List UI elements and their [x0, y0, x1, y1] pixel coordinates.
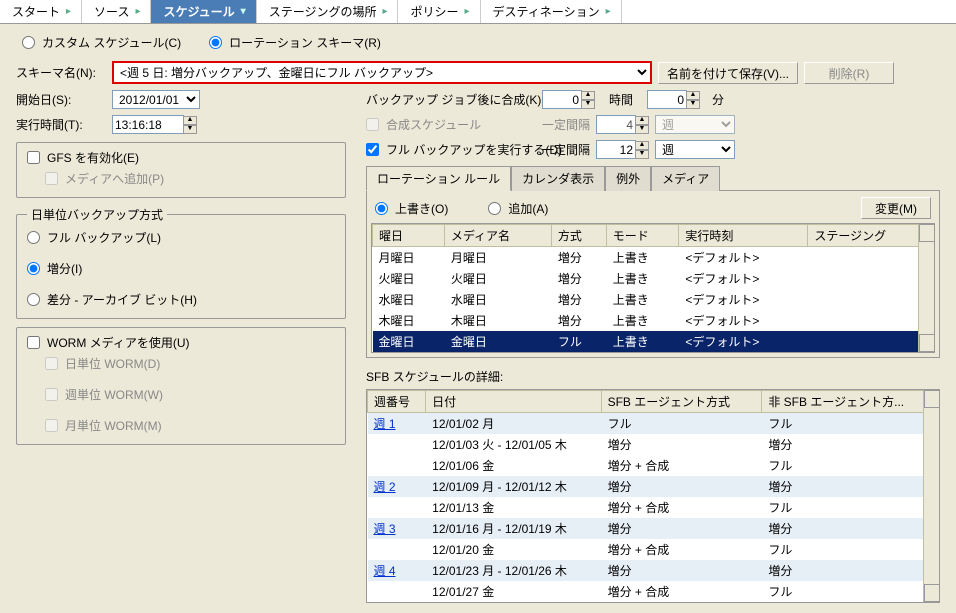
schema-name-label: スキーマ名(N):: [16, 64, 106, 81]
tab-4[interactable]: ポリシー▸: [398, 0, 480, 23]
fixed-interval-label-2: 一定間隔: [542, 141, 590, 158]
worm-daily-checkbox: 日単位 WORM(D): [45, 355, 335, 372]
week-link[interactable]: 週 4: [374, 564, 396, 578]
synth-schedule-checkbox: 合成スケジュール: [366, 116, 536, 133]
col-header[interactable]: ステージング: [808, 225, 934, 247]
synth-sched-unit: 週: [655, 115, 735, 134]
radio-daily-incr[interactable]: 増分(I): [27, 260, 335, 277]
change-button[interactable]: 変更(M): [861, 197, 931, 219]
worm-use-checkbox[interactable]: WORM メディアを使用(U): [27, 334, 335, 351]
radio-append[interactable]: 追加(A): [488, 200, 548, 217]
table-row[interactable]: 12/01/27 金増分 + 合成フル: [368, 581, 939, 602]
rotation-rules-table[interactable]: 曜日メディア名方式モード実行時刻ステージング 月曜日月曜日増分上書き<デフォルト…: [372, 224, 934, 352]
tab-5[interactable]: デスティネーション▸: [481, 0, 622, 23]
exec-time-label: 実行時間(T):: [16, 116, 106, 133]
col-header[interactable]: SFB エージェント方式: [601, 391, 762, 413]
time-down[interactable]: ▼: [183, 125, 197, 134]
time-up[interactable]: ▲: [183, 116, 197, 125]
table-row[interactable]: 週 312/01/16 月 - 12/01/19 木増分増分: [368, 518, 939, 539]
daily-method-group: 日単位バックアップ方式 フル バックアップ(L) 増分(I) 差分 - アーカイ…: [16, 206, 346, 319]
table-row[interactable]: 12/01/06 金増分 + 合成フル: [368, 455, 939, 476]
table-row[interactable]: 週 212/01/09 月 - 12/01/12 木増分増分: [368, 476, 939, 497]
daily-method-legend: 日単位バックアップ方式: [27, 206, 167, 223]
tab-3[interactable]: ステージングの場所▸: [257, 0, 399, 23]
gfs-add-media-checkbox: メディアへ追加(P): [45, 170, 335, 187]
table-row[interactable]: 金曜日金曜日フル上書き<デフォルト>: [373, 331, 934, 352]
radio-rotation-schema[interactable]: ローテーション スキーマ(R): [209, 34, 381, 51]
inner-tab-2[interactable]: 例外: [605, 166, 651, 191]
exec-time-input[interactable]: [112, 115, 184, 134]
radio-custom-schedule[interactable]: カスタム スケジュール(C): [22, 34, 181, 51]
tab-2[interactable]: スケジュール▾: [151, 0, 256, 23]
scrollbar[interactable]: [923, 390, 939, 602]
inner-tab-1[interactable]: カレンダ表示: [511, 166, 605, 191]
col-header[interactable]: 方式: [551, 225, 606, 247]
run-full-checkbox[interactable]: フル バックアップを実行する(D): [366, 141, 536, 158]
synth-sched-val: [596, 115, 636, 134]
col-header[interactable]: 実行時刻: [679, 225, 808, 247]
table-row[interactable]: 水曜日水曜日増分上書き<デフォルト>: [373, 289, 934, 310]
week-link[interactable]: 週 2: [374, 480, 396, 494]
tab-0[interactable]: スタート▸: [0, 0, 82, 23]
full-val-input[interactable]: [596, 140, 636, 159]
synth-mins-input[interactable]: [647, 90, 687, 109]
wizard-tabs: スタート▸ソース▸スケジュール▾ステージングの場所▸ポリシー▸デスティネーション…: [0, 0, 956, 24]
worm-group: WORM メディアを使用(U) 日単位 WORM(D) 週単位 WORM(W) …: [16, 327, 346, 445]
scrollbar[interactable]: [918, 224, 934, 352]
hours-label: 時間: [601, 91, 641, 108]
schema-name-select[interactable]: <週 5 日: 増分バックアップ、金曜日にフル バックアップ>: [112, 61, 652, 84]
fixed-interval-label-1: 一定間隔: [542, 116, 590, 133]
synth-hours-input[interactable]: [542, 90, 582, 109]
tab-1[interactable]: ソース▸: [82, 0, 151, 23]
sfb-schedule-table[interactable]: 週番号日付SFB エージェント方式非 SFB エージェント方... 週 112/…: [367, 390, 939, 602]
full-unit-select[interactable]: 週: [655, 140, 735, 159]
gfs-enable-checkbox[interactable]: GFS を有効化(E): [27, 149, 335, 166]
rotation-inner-tabs: ローテーション ルールカレンダ表示例外メディア: [366, 165, 940, 191]
col-header[interactable]: 曜日: [373, 225, 445, 247]
worm-monthly-checkbox: 月単位 WORM(M): [45, 417, 335, 434]
col-header[interactable]: モード: [606, 225, 679, 247]
table-row[interactable]: 12/01/13 金増分 + 合成フル: [368, 497, 939, 518]
save-as-button[interactable]: 名前を付けて保存(V)...: [658, 62, 798, 84]
radio-daily-diff[interactable]: 差分 - アーカイブ ビット(H): [27, 291, 335, 308]
table-row[interactable]: 12/01/03 火 - 12/01/05 木増分増分: [368, 434, 939, 455]
col-header[interactable]: 日付: [426, 391, 601, 413]
week-link[interactable]: 週 3: [374, 522, 396, 536]
table-row[interactable]: 火曜日火曜日増分上書き<デフォルト>: [373, 268, 934, 289]
col-header[interactable]: メディア名: [444, 225, 551, 247]
table-row[interactable]: 週 112/01/02 月フルフル: [368, 413, 939, 435]
col-header[interactable]: 週番号: [368, 391, 426, 413]
week-link[interactable]: 週 1: [374, 417, 396, 431]
gfs-group: GFS を有効化(E) メディアへ追加(P): [16, 142, 346, 198]
worm-weekly-checkbox: 週単位 WORM(W): [45, 386, 335, 403]
inner-tab-0[interactable]: ローテーション ルール: [366, 166, 511, 191]
table-row[interactable]: 木曜日木曜日増分上書き<デフォルト>: [373, 310, 934, 331]
start-date-label: 開始日(S):: [16, 91, 106, 108]
radio-overwrite[interactable]: 上書き(O): [375, 200, 448, 217]
start-date-input[interactable]: 2012/01/01: [112, 90, 200, 109]
table-row[interactable]: 月曜日月曜日増分上書き<デフォルト>: [373, 247, 934, 269]
sfb-detail-label: SFB スケジュールの詳細:: [366, 368, 940, 385]
mins-label: 分: [712, 91, 724, 108]
radio-daily-full[interactable]: フル バックアップ(L): [27, 229, 335, 246]
delete-button[interactable]: 削除(R): [804, 62, 894, 84]
inner-tab-3[interactable]: メディア: [651, 166, 720, 191]
col-header[interactable]: 非 SFB エージェント方...: [762, 391, 939, 413]
table-row[interactable]: 週 412/01/23 月 - 12/01/26 木増分増分: [368, 560, 939, 581]
synth-after-label: バックアップ ジョブ後に合成(K):: [366, 91, 536, 108]
table-row[interactable]: 12/01/20 金増分 + 合成フル: [368, 539, 939, 560]
